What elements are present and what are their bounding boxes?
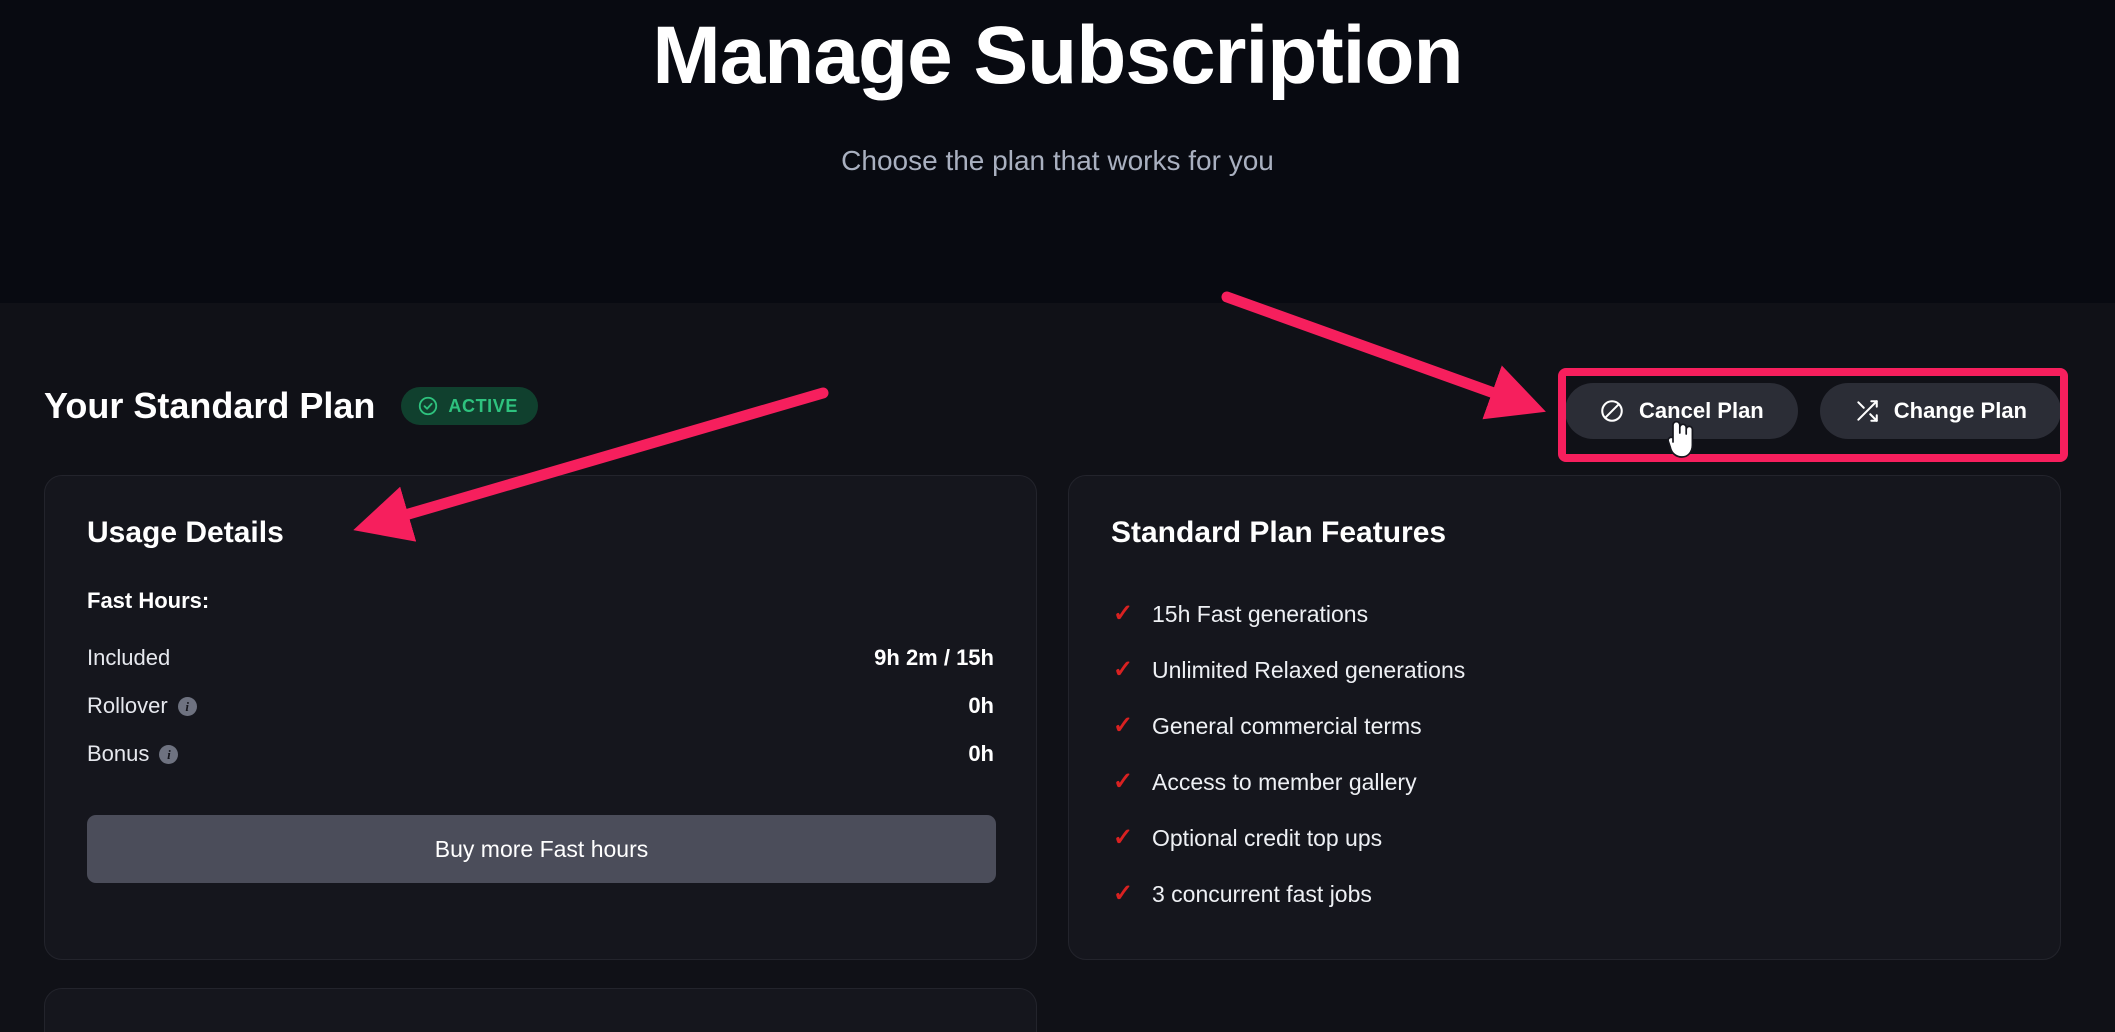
usage-row-label: Rollover (87, 693, 168, 718)
usage-row-label-wrap: Rollover i (87, 693, 197, 719)
shuffle-icon (1854, 398, 1880, 424)
annotation-arrow-plan-actions (1221, 291, 1546, 420)
usage-row-value: 9h 2m / 15h (874, 645, 994, 670)
info-icon[interactable]: i (159, 744, 179, 764)
usage-row-value: 0h (968, 693, 994, 718)
ban-icon (1599, 398, 1625, 424)
list-item: ✓ 15h Fast generations (1113, 586, 1465, 642)
cancel-plan-button[interactable]: Cancel Plan (1565, 383, 1798, 439)
check-icon: ✓ (1113, 600, 1134, 627)
page-title: Manage Subscription (652, 10, 1463, 101)
usage-row-bonus: Bonus i 0h (87, 730, 994, 778)
check-circle-icon (417, 395, 439, 417)
check-icon: ✓ (1113, 656, 1134, 683)
feature-label: Unlimited Relaxed generations (1152, 656, 1466, 683)
page-subtitle: Choose the plan that works for you (841, 145, 1274, 176)
feature-label: Optional credit top ups (1152, 824, 1383, 851)
feature-label: Access to member gallery (1152, 768, 1417, 795)
usage-rows: Included 9h 2m / 15h Rollover i 0h Bonus… (87, 634, 994, 778)
page-root: Manage Subscription Choose the plan that… (0, 0, 2115, 1032)
info-icon[interactable]: i (177, 696, 197, 716)
feature-list: ✓ 15h Fast generations ✓ Unlimited Relax… (1113, 586, 1465, 922)
plan-title: Your Standard Plan (44, 385, 376, 426)
check-icon: ✓ (1113, 768, 1134, 795)
list-item: ✓ General commercial terms (1113, 698, 1465, 754)
check-icon: ✓ (1113, 880, 1134, 907)
feature-label: 3 concurrent fast jobs (1152, 880, 1372, 907)
usage-row-rollover: Rollover i 0h (87, 682, 994, 730)
change-plan-label: Change Plan (1893, 398, 2027, 423)
list-item: ✓ 3 concurrent fast jobs (1113, 866, 1465, 922)
plan-actions: Cancel Plan Change Plan (1565, 383, 2061, 439)
check-icon: ✓ (1113, 712, 1134, 739)
check-icon: ✓ (1113, 824, 1134, 851)
usage-row-label-wrap: Bonus i (87, 741, 179, 767)
list-item: ✓ Optional credit top ups (1113, 810, 1465, 866)
usage-row-included: Included 9h 2m / 15h (87, 634, 994, 682)
plan-features-card: Standard Plan Features ✓ 15h Fast genera… (1068, 475, 2061, 960)
feature-label: General commercial terms (1152, 712, 1422, 739)
change-plan-button[interactable]: Change Plan (1819, 383, 2061, 439)
hero-banner: Manage Subscription Choose the plan that… (0, 0, 2115, 303)
buy-more-fast-hours-button[interactable]: Buy more Fast hours (87, 815, 996, 883)
plan-features-title: Standard Plan Features (1111, 516, 1447, 549)
usage-row-label: Bonus (87, 741, 150, 766)
list-item: ✓ Unlimited Relaxed generations (1113, 642, 1465, 698)
fast-hours-label: Fast Hours: (87, 588, 210, 613)
usage-row-label: Included (87, 645, 171, 670)
plan-header: Your Standard Plan ACTIVE (44, 385, 538, 427)
feature-label: 15h Fast generations (1152, 600, 1369, 627)
usage-details-title: Usage Details (87, 516, 284, 549)
status-badge: ACTIVE (401, 387, 538, 425)
list-item: ✓ Access to member gallery (1113, 754, 1465, 810)
usage-details-card: Usage Details Fast Hours: Included 9h 2m… (44, 475, 1037, 960)
usage-row-value: 0h (968, 741, 994, 766)
cancel-plan-label: Cancel Plan (1639, 398, 1764, 423)
next-section-card (44, 988, 1037, 1032)
status-badge-label: ACTIVE (448, 395, 518, 416)
